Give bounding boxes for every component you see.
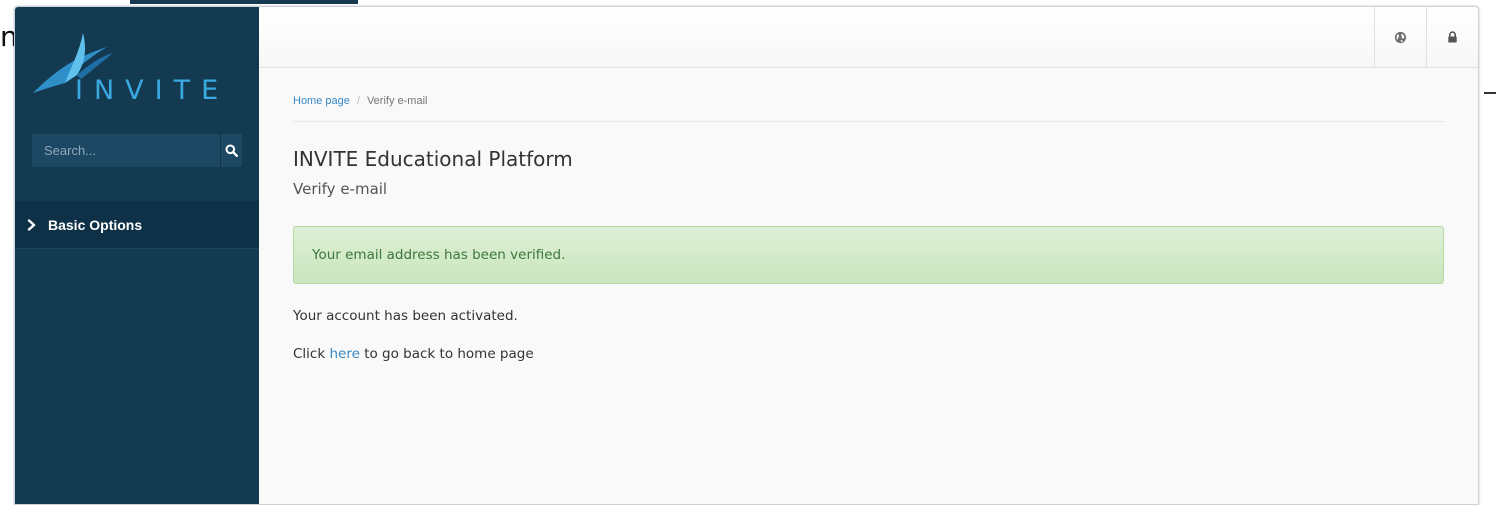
language-button[interactable]: [1374, 7, 1426, 67]
login-button[interactable]: [1426, 7, 1478, 67]
sidebar-item-basic-options[interactable]: Basic Options: [15, 201, 259, 249]
logo-wordmark: INVITE: [75, 75, 230, 106]
lock-icon: [1448, 31, 1457, 43]
account-activated-text: Your account has been activated.: [293, 308, 518, 324]
chevron-right-icon: [27, 218, 36, 231]
breadcrumb-home-link[interactable]: Home page: [293, 95, 350, 107]
invite-logo[interactable]: INVITE: [29, 19, 249, 106]
background-partial-text: n: [0, 20, 14, 53]
breadcrumb-current: Verify e-mail: [366, 95, 428, 107]
sidebar: INVITE Basic Options: [15, 7, 259, 504]
back-home-suffix: to go back to home page: [364, 346, 534, 362]
success-alert: Your email address has been verified.: [293, 226, 1444, 284]
background-divider: [1484, 92, 1496, 94]
back-home-prefix: Click: [293, 346, 326, 362]
home-link[interactable]: here: [329, 346, 359, 362]
page-subtitle: Verify e-mail: [293, 180, 388, 198]
alert-message: Your email address has been verified.: [312, 247, 566, 263]
top-navbar: [259, 7, 1478, 68]
background-window-strip: [130, 0, 358, 4]
back-home-text: Click here to go back to home page: [293, 346, 1444, 362]
search-icon: [225, 144, 238, 157]
sidebar-search: [32, 134, 242, 167]
main-content: Home page / Verify e-mail INVITE Education…: [293, 68, 1444, 362]
app-window: INVITE Basic Options: [14, 6, 1479, 505]
globe-icon: [1394, 31, 1407, 43]
breadcrumb-separator: /: [356, 95, 360, 107]
breadcrumb: Home page / Verify e-mail: [293, 68, 1444, 122]
search-input[interactable]: [32, 134, 220, 167]
page-title: INVITE Educational Platform: [293, 147, 573, 171]
sidebar-item-label: Basic Options: [48, 216, 143, 233]
search-button[interactable]: [220, 134, 242, 167]
